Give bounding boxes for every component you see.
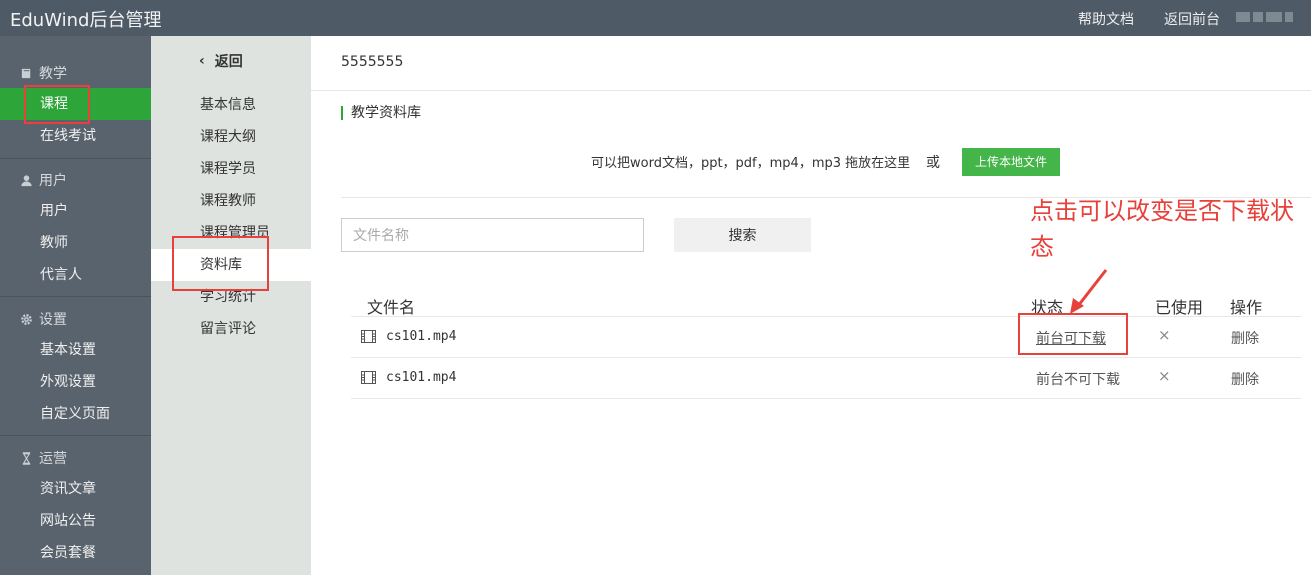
- sidebar-section-operations: 运营: [20, 448, 67, 468]
- top-bar: EduWind后台管理 帮助文档 返回前台: [0, 0, 1311, 36]
- divider: [351, 357, 1301, 358]
- sidebar-section-label: 运营: [39, 451, 67, 467]
- column-header-filename: 文件名: [367, 298, 416, 317]
- sidebar-section-users: 用户: [20, 170, 67, 190]
- sidebar-item-online-exam[interactable]: 在线考试: [0, 120, 151, 152]
- toggle-download-status-link[interactable]: 前台不可下载: [1036, 369, 1120, 389]
- sidebar-section-teaching: 教学: [20, 63, 67, 83]
- back-label: 返回: [214, 54, 243, 70]
- subnav-item-basic-info[interactable]: 基本信息: [151, 89, 311, 121]
- film-icon: [361, 330, 376, 343]
- sidebar-item-news[interactable]: 资讯文章: [0, 473, 151, 505]
- sidebar-section-label: 用户: [39, 173, 67, 189]
- delete-link[interactable]: 删除: [1231, 328, 1259, 348]
- sidebar-item-teachers[interactable]: 教师: [0, 227, 151, 259]
- annotation-highlight-box: [1018, 313, 1128, 355]
- column-header-used: 已使用: [1155, 298, 1204, 317]
- divider: [351, 398, 1301, 399]
- gear-icon: [21, 313, 32, 325]
- divider: [0, 158, 151, 159]
- divider: [351, 316, 1301, 317]
- search-button[interactable]: 搜索: [674, 218, 811, 252]
- annotation-highlight-box: [172, 236, 269, 291]
- subnav-item-students[interactable]: 课程学员: [151, 153, 311, 185]
- not-used-icon: ×: [1158, 326, 1171, 344]
- sidebar-item-basic-settings[interactable]: 基本设置: [0, 334, 151, 366]
- sidebar-section-label: 设置: [39, 312, 67, 328]
- sidebar-item-custom-pages[interactable]: 自定义页面: [0, 398, 151, 430]
- sidebar-item-spokespersons[interactable]: 代言人: [0, 259, 151, 291]
- course-subnav: ‹ 返回 基本信息 课程大纲 课程学员 课程教师 课程管理员 资料库 学习统计 …: [151, 36, 311, 575]
- help-docs-link[interactable]: 帮助文档: [1078, 9, 1134, 29]
- subnav-item-comments[interactable]: 留言评论: [151, 313, 311, 345]
- sidebar-section-label: 教学: [39, 66, 67, 82]
- subnav-item-teachers[interactable]: 课程教师: [151, 185, 311, 217]
- annotation-arrow-icon: [1070, 269, 1108, 314]
- hourglass-icon: [22, 451, 31, 465]
- course-title: 5555555: [341, 54, 404, 70]
- divider: [0, 296, 151, 297]
- not-used-icon: ×: [1158, 367, 1171, 385]
- back-button[interactable]: ‹ 返回: [199, 51, 243, 71]
- sidebar-item-appearance[interactable]: 外观设置: [0, 366, 151, 398]
- divider: [311, 90, 1311, 91]
- table-row-filename: cs101.mp4: [361, 370, 456, 385]
- user-menu[interactable]: [1236, 10, 1300, 24]
- sidebar-item-membership[interactable]: 会员套餐: [0, 537, 151, 569]
- brand-title[interactable]: EduWind后台管理: [10, 6, 161, 32]
- column-header-actions: 操作: [1230, 298, 1263, 317]
- annotation-note: 点击可以改变是否下载状态: [1030, 197, 1294, 261]
- filename-search-input[interactable]: [341, 218, 644, 252]
- main-content: 5555555 教学资料库 可以把word文档，ppt，pdf，mp4，mp3 …: [311, 36, 1311, 575]
- file-name[interactable]: cs101.mp4: [386, 329, 456, 344]
- back-to-frontend-link[interactable]: 返回前台: [1164, 9, 1220, 29]
- sidebar-item-announcements[interactable]: 网站公告: [0, 505, 151, 537]
- film-icon: [361, 371, 376, 384]
- or-text: 或: [926, 155, 940, 171]
- table-row-filename: cs101.mp4: [361, 329, 456, 344]
- upload-file-button[interactable]: 上传本地文件: [962, 148, 1060, 176]
- chevron-left-icon: ‹: [199, 53, 205, 69]
- sidebar-section-settings: 设置: [20, 309, 67, 329]
- user-icon: [21, 174, 32, 186]
- subnav-item-outline[interactable]: 课程大纲: [151, 121, 311, 153]
- sidebar-item-users[interactable]: 用户: [0, 195, 151, 227]
- drop-zone-hint[interactable]: 可以把word文档，ppt，pdf，mp4，mp3 拖放在这里: [591, 152, 910, 171]
- delete-link[interactable]: 删除: [1231, 369, 1259, 389]
- divider: [0, 435, 151, 436]
- book-icon: [21, 68, 31, 78]
- section-title: 教学资料库: [341, 106, 421, 120]
- annotation-highlight-box: [24, 85, 90, 124]
- file-name[interactable]: cs101.mp4: [386, 370, 456, 385]
